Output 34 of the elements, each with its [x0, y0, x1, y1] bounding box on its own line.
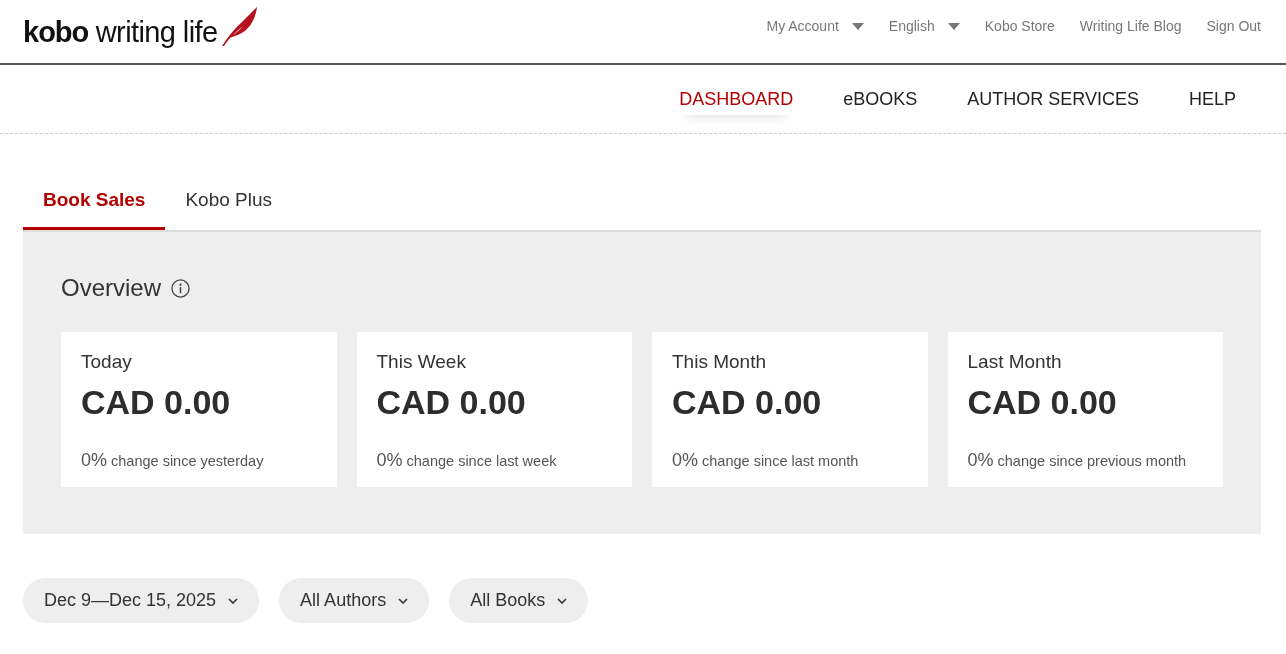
nav-item[interactable]: AUTHOR SERVICES — [967, 83, 1139, 115]
change-note: 0% change since last week — [376, 449, 558, 472]
period-label: This Week — [376, 350, 467, 374]
filter-dropdown[interactable]: Dec 9—Dec 15, 2025 — [23, 578, 260, 623]
chevron-down-icon — [398, 597, 409, 604]
sales-amount: CAD 0.00 — [376, 382, 527, 422]
header-link[interactable]: Sign Out — [1206, 17, 1261, 35]
caret-icon — [851, 22, 864, 30]
overview-title: Overview — [61, 273, 162, 303]
header-link[interactable]: Writing Life Blog — [1079, 17, 1182, 35]
change-note: 0% change since yesterday — [81, 449, 265, 472]
logo-text[interactable]: kobo writing life — [23, 16, 218, 48]
sales-amount: CAD 0.00 — [672, 382, 823, 422]
chevron-down-icon — [557, 597, 568, 604]
change-note: 0% change since previous month — [967, 449, 1188, 472]
chevron-down-icon — [228, 597, 239, 604]
period-label: Last Month — [967, 350, 1063, 374]
nav-item[interactable]: eBOOKS — [843, 83, 918, 115]
dropdown-link[interactable]: My Account — [766, 17, 864, 35]
nav-item[interactable]: HELP — [1188, 83, 1236, 115]
tab[interactable]: Kobo Plus — [165, 176, 293, 230]
change-note: 0% change since last month — [672, 449, 860, 472]
filter-dropdown[interactable]: All Books — [449, 578, 589, 623]
header-link[interactable]: Kobo Store — [984, 17, 1055, 35]
caret-icon — [947, 22, 960, 30]
info-icon[interactable] — [171, 278, 191, 298]
nav-item[interactable]: DASHBOARD — [679, 83, 794, 115]
dropdown-link[interactable]: English — [888, 17, 960, 35]
filter-dropdown[interactable]: All Authors — [279, 578, 430, 623]
sales-amount: CAD 0.00 — [967, 382, 1118, 422]
period-label: Today — [81, 350, 133, 374]
sales-amount: CAD 0.00 — [81, 382, 232, 422]
feather-icon — [220, 7, 259, 47]
period-label: This Month — [672, 350, 767, 374]
